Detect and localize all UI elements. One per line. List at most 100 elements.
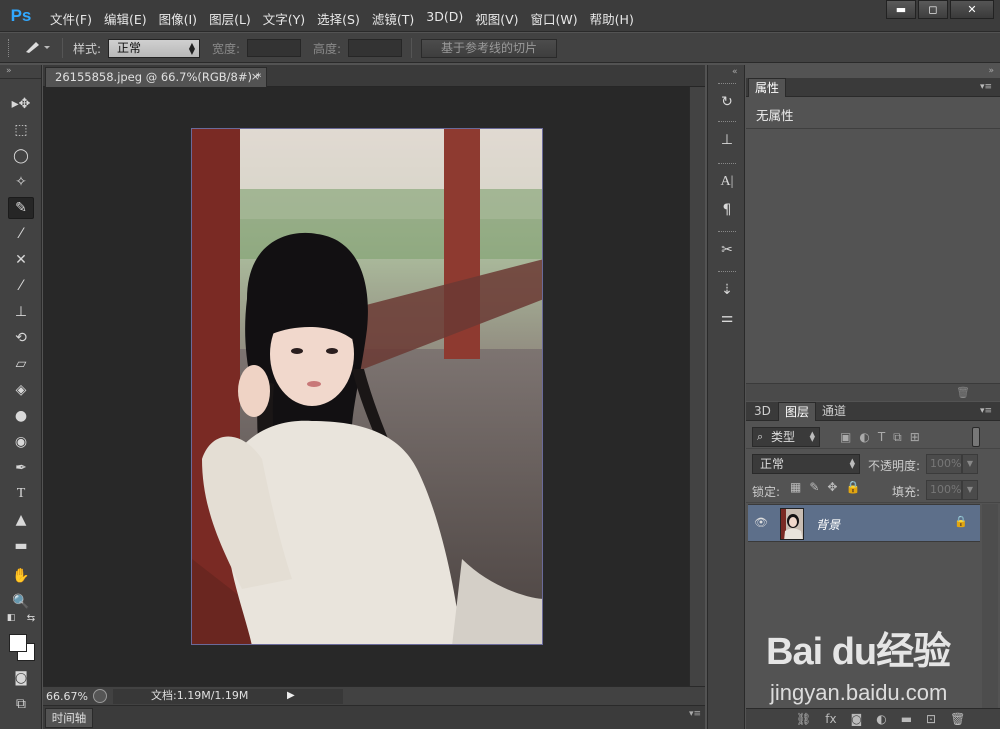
options-grip[interactable] (8, 39, 11, 57)
layers-menu-icon[interactable]: ▾≡ (980, 406, 992, 416)
delete-layer-icon[interactable]: 🗑 (950, 712, 965, 726)
canvas-area[interactable] (43, 87, 689, 686)
swap-colors-icon[interactable]: ⇆ (24, 611, 38, 625)
adjustment-filter-icon[interactable]: ◐ (859, 430, 869, 445)
path-selection-tool-icon[interactable]: ▲ (8, 509, 34, 531)
smart-object-filter-icon[interactable]: ⊞ (910, 430, 920, 445)
move-tool-icon[interactable]: ▸✥ (8, 93, 34, 115)
dodge-tool-icon[interactable]: ◉ (8, 431, 34, 453)
timeline-menu-icon[interactable]: ▾≡ (689, 709, 701, 719)
timeline-tab[interactable]: 时间轴 (45, 708, 93, 728)
lock-pixels-icon[interactable]: ✎ (809, 480, 819, 494)
dock-grip[interactable] (718, 83, 736, 85)
foreground-color-swatch[interactable] (9, 634, 27, 652)
tools-collapse-icon[interactable]: » (0, 65, 41, 79)
add-mask-icon[interactable]: ◙ (851, 712, 863, 726)
zoom-level[interactable]: 66.67% (46, 690, 88, 703)
pen-tool-icon[interactable]: ✒ (8, 457, 34, 479)
slice-tool-icon[interactable]: ✎ (8, 197, 34, 219)
properties-menu-icon[interactable]: ▾≡ (980, 82, 992, 92)
maximize-button[interactable]: ◻ (918, 0, 948, 19)
healing-brush-tool-icon[interactable]: ✕ (8, 249, 34, 271)
lock-all-icon[interactable]: 🔒 (845, 480, 860, 494)
menu-file[interactable]: 文件(F) (44, 6, 98, 31)
dock-grip[interactable] (718, 271, 736, 273)
paint-bucket-tool-icon[interactable]: ◈ (8, 379, 34, 401)
menu-type[interactable]: 文字(Y) (257, 6, 311, 31)
paragraph-icon[interactable]: ¶ (716, 199, 738, 221)
magic-wand-tool-icon[interactable]: ✧ (8, 171, 34, 193)
menu-view[interactable]: 视图(V) (469, 6, 524, 31)
width-field[interactable] (247, 39, 301, 57)
fx-icon[interactable]: fx (825, 712, 836, 726)
lasso-tool-icon[interactable]: ◯ (8, 145, 34, 167)
new-layer-icon[interactable]: ⊡ (926, 712, 936, 726)
blur-tool-icon[interactable]: ● (8, 405, 34, 427)
menu-window[interactable]: 窗口(W) (525, 6, 584, 31)
fill-dropdown-icon[interactable]: ▼ (962, 480, 978, 500)
menu-3d[interactable]: 3D(D) (420, 6, 469, 31)
close-button[interactable]: ✕ (950, 0, 994, 19)
layer-filter-select[interactable]: ⌕ 类型 ▲ ▼ (752, 427, 820, 447)
height-field[interactable] (348, 39, 402, 57)
tab-3d[interactable]: 3D (748, 402, 777, 421)
minimize-button[interactable]: ▬ (886, 0, 916, 19)
slices-from-guides-button[interactable]: 基于参考线的切片 (421, 39, 557, 58)
hand-tool-icon[interactable]: ✋ (8, 565, 34, 587)
quick-mask-icon[interactable]: ◙ (8, 667, 34, 689)
eyedropper-tool-icon[interactable]: ⁄ (8, 223, 34, 245)
type-tool-icon[interactable]: T (8, 483, 34, 505)
visibility-eye-icon[interactable]: 👁 (754, 516, 768, 529)
stamp-tool-icon[interactable]: ⊥ (8, 301, 34, 323)
history-icon[interactable]: ↻ (716, 91, 738, 113)
zoom-tool-icon[interactable]: 🔍 (8, 591, 34, 613)
clone-source-icon[interactable]: ⇣ (716, 279, 738, 301)
dock-grip[interactable] (718, 121, 736, 123)
layer-name[interactable]: 背景 (816, 516, 840, 533)
layers-scrollbar[interactable] (982, 504, 998, 708)
filter-toggle[interactable] (972, 427, 980, 447)
layer-row-background[interactable]: 👁 背景 🔒 (748, 504, 980, 542)
properties-tab[interactable]: 属性 (748, 78, 787, 97)
rectangle-tool-icon[interactable]: ▬ (8, 535, 34, 557)
dock-grip[interactable] (718, 163, 736, 165)
type-filter-icon[interactable]: T (878, 430, 885, 445)
close-document-icon[interactable]: × (251, 68, 260, 86)
trash-icon[interactable]: 🗑 (956, 386, 970, 399)
status-menu-arrow-icon[interactable]: ▶ (287, 690, 295, 701)
fill-field[interactable]: 100% (926, 480, 962, 500)
dock-grip[interactable] (718, 231, 736, 233)
brush-tool-icon[interactable]: ⁄ (8, 275, 34, 297)
menu-edit[interactable]: 编辑(E) (98, 6, 153, 31)
lock-position-icon[interactable]: ✥ (827, 480, 837, 494)
blend-mode-select[interactable]: 正常 ▲ ▼ (752, 454, 860, 474)
document-tab[interactable]: 26155858.jpeg @ 66.7%(RGB/8#) * × (45, 67, 267, 87)
default-colors-icon[interactable]: ◧ (4, 611, 18, 625)
layer-lock-icon[interactable]: 🔒 (954, 515, 968, 528)
adjustments-icon[interactable]: ⚌ (716, 307, 738, 329)
screen-mode-icon[interactable]: ⧉ (8, 693, 34, 715)
opacity-field[interactable]: 100% (926, 454, 962, 474)
document-image[interactable] (191, 128, 543, 645)
tool-presets-icon[interactable]: ⊥ (716, 129, 738, 151)
lock-transparent-icon[interactable]: ▦ (790, 480, 801, 494)
panels-collapse-icon[interactable]: » (988, 66, 994, 76)
status-info-icon[interactable] (93, 689, 107, 703)
canvas-vertical-scrollbar[interactable] (689, 87, 705, 686)
menu-select[interactable]: 选择(S) (311, 6, 366, 31)
group-folder-icon[interactable]: ▬ (901, 712, 912, 726)
tab-channels[interactable]: 通道 (816, 402, 852, 421)
eraser-tool-icon[interactable]: ▱ (8, 353, 34, 375)
tab-layers[interactable]: 图层 (778, 402, 817, 421)
shape-filter-icon[interactable]: ⧉ (893, 430, 902, 445)
marquee-tool-icon[interactable]: ⬚ (8, 119, 34, 141)
style-select[interactable]: 正常 ▲ ▼ (108, 39, 200, 58)
pixel-filter-icon[interactable]: ▣ (840, 430, 851, 445)
menu-layer[interactable]: 图层(L) (203, 6, 257, 31)
menu-image[interactable]: 图像(I) (153, 6, 203, 31)
adjustment-layer-icon[interactable]: ◐ (876, 712, 886, 726)
brush-presets-icon[interactable]: ✂ (716, 239, 738, 261)
history-brush-tool-icon[interactable]: ⟲ (8, 327, 34, 349)
opacity-dropdown-icon[interactable]: ▼ (962, 454, 978, 474)
dock-collapse-icon[interactable]: « (732, 67, 738, 77)
